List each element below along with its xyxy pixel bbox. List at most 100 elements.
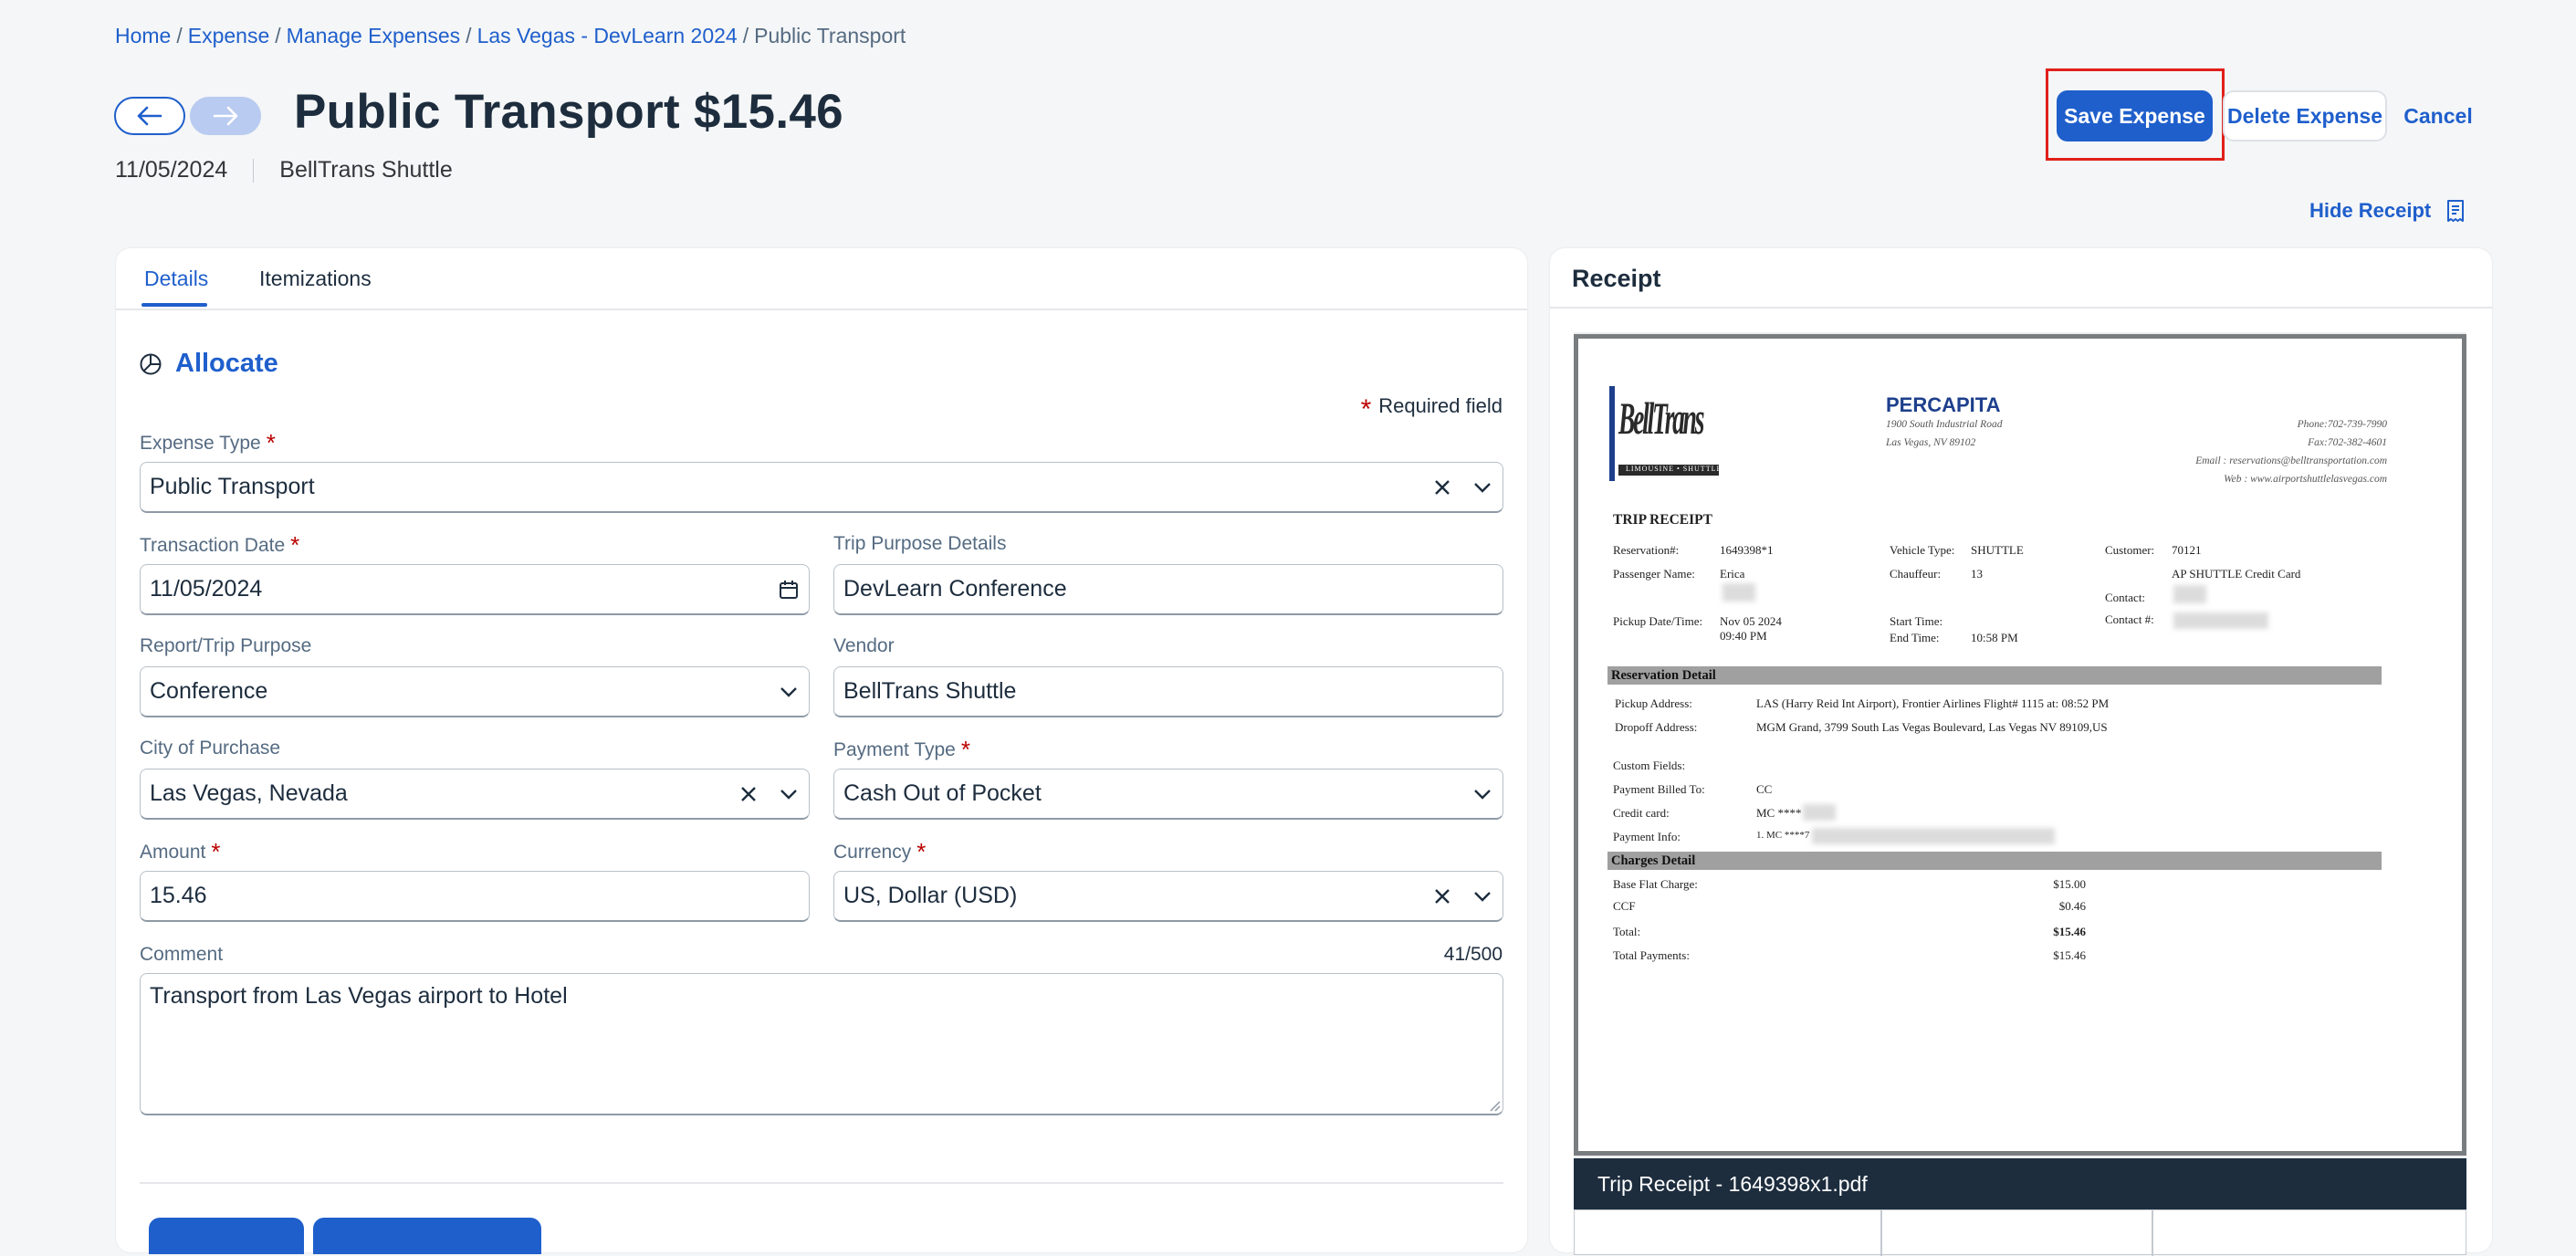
transaction-date-value: 11/05/2024 bbox=[150, 576, 263, 602]
dropoff-address-label: Dropoff Address: bbox=[1615, 720, 1698, 734]
vendor-input[interactable]: BellTrans Shuttle bbox=[833, 666, 1503, 717]
logo-bar bbox=[1609, 386, 1615, 481]
breadcrumb-manage-expenses[interactable]: Manage Expenses bbox=[287, 24, 461, 47]
receipt-toolbar bbox=[1574, 1209, 2466, 1256]
comment-char-counter: 41/500 bbox=[1443, 944, 1503, 965]
receipt-heading: Receipt bbox=[1572, 265, 1661, 292]
next-expense-button[interactable] bbox=[190, 97, 261, 135]
allocate-link[interactable]: Allocate bbox=[139, 349, 278, 379]
end-time-label: End Time: bbox=[1890, 631, 1940, 644]
redacted-text bbox=[1803, 804, 1836, 821]
comment-textarea[interactable]: Transport from Las Vegas airport to Hote… bbox=[140, 973, 1503, 1115]
expense-type-label-text: Expense Type bbox=[140, 433, 261, 454]
customer-billing-value: AP SHUTTLE Credit Card bbox=[2172, 567, 2301, 581]
breadcrumb-home[interactable]: Home bbox=[115, 24, 171, 47]
resize-handle-icon[interactable] bbox=[1488, 1099, 1501, 1112]
vendor-label: Vendor bbox=[833, 635, 895, 656]
total-value: $15.46 bbox=[2053, 925, 2086, 938]
page-title: Public Transport $15.46 bbox=[294, 85, 843, 139]
cancel-button[interactable]: Cancel bbox=[2401, 90, 2476, 141]
previous-expense-button[interactable] bbox=[114, 97, 185, 135]
expense-date: 11/05/2024 bbox=[115, 157, 228, 183]
tab-itemizations[interactable]: Itemizations bbox=[259, 267, 372, 291]
breadcrumb-expense[interactable]: Expense bbox=[188, 24, 270, 47]
trip-purpose-details-label: Trip Purpose Details bbox=[833, 533, 1007, 554]
breadcrumb-report[interactable]: Las Vegas - DevLearn 2024 bbox=[477, 24, 738, 47]
hide-receipt-button[interactable]: Hide Receipt bbox=[2309, 199, 2466, 223]
delete-expense-button[interactable]: Delete Expense bbox=[2223, 90, 2387, 141]
allocate-label: Allocate bbox=[175, 349, 278, 378]
customer-value: 70121 bbox=[2172, 543, 2202, 557]
city-of-purchase-select[interactable]: Las Vegas, Nevada bbox=[140, 769, 810, 820]
pickup-time-value: 09:40 PM bbox=[1720, 629, 1767, 643]
custom-fields-label: Custom Fields: bbox=[1613, 759, 1686, 772]
divider bbox=[140, 1182, 1503, 1184]
payment-info-value: 1. MC ****7 bbox=[1756, 830, 1810, 841]
breadcrumb-current: Public Transport bbox=[754, 24, 906, 47]
amount-input[interactable]: 15.46 bbox=[140, 871, 810, 922]
arrow-right-icon bbox=[213, 106, 238, 126]
amount-label-text: Amount bbox=[140, 842, 206, 863]
chevron-down-icon[interactable] bbox=[769, 667, 809, 716]
payment-billed-label: Payment Billed To: bbox=[1613, 782, 1705, 796]
city-of-purchase-value: Las Vegas, Nevada bbox=[150, 780, 348, 806]
divider bbox=[1880, 1210, 1882, 1256]
trip-purpose-details-input[interactable]: DevLearn Conference bbox=[833, 564, 1503, 615]
pickup-address-label: Pickup Address: bbox=[1615, 696, 1692, 710]
trip-receipt-title: TRIP RECEIPT bbox=[1613, 512, 1712, 528]
base-charge-value: $15.00 bbox=[2053, 877, 2086, 891]
required-note-text: Required field bbox=[1378, 394, 1503, 417]
clear-icon[interactable] bbox=[1422, 463, 1462, 511]
required-field-note: * Required field bbox=[1360, 394, 1503, 424]
total-payments-value: $15.46 bbox=[2053, 948, 2086, 962]
receipt-document[interactable]: BellTrans LIMOUSINE • SHUTTLE PERCAPITA … bbox=[1574, 334, 2466, 1156]
footer-button[interactable] bbox=[313, 1218, 541, 1254]
chevron-down-icon[interactable] bbox=[1462, 463, 1503, 511]
end-time-value: 10:58 PM bbox=[1971, 631, 2018, 644]
currency-value: US, Dollar (USD) bbox=[843, 883, 1018, 908]
receipt-icon bbox=[2447, 200, 2465, 222]
company-name: PERCAPITA bbox=[1886, 393, 2001, 416]
clear-icon[interactable] bbox=[1422, 872, 1462, 920]
receipt-panel: Receipt BellTrans LIMOUSINE • SHUTTLE PE… bbox=[1550, 248, 2492, 1256]
currency-select[interactable]: US, Dollar (USD) bbox=[833, 871, 1503, 922]
contact-label: Contact: bbox=[2105, 591, 2146, 604]
divider bbox=[1550, 307, 2492, 309]
company-email: Email : reservations@belltransportation.… bbox=[2195, 455, 2387, 466]
clear-icon[interactable] bbox=[728, 769, 769, 818]
trip-purpose-details-value: DevLearn Conference bbox=[843, 576, 1067, 602]
redacted-text bbox=[2173, 585, 2206, 603]
expense-type-label: Expense Type * bbox=[140, 429, 276, 456]
payment-type-select[interactable]: Cash Out of Pocket bbox=[833, 769, 1503, 820]
vendor-value: BellTrans Shuttle bbox=[843, 678, 1017, 704]
city-of-purchase-label: City of Purchase bbox=[140, 738, 281, 759]
tab-details[interactable]: Details bbox=[144, 267, 208, 291]
report-trip-purpose-select[interactable]: Conference bbox=[140, 666, 810, 717]
comment-value: Transport from Las Vegas airport to Hote… bbox=[150, 983, 568, 1009]
calendar-icon[interactable] bbox=[769, 565, 809, 613]
chevron-down-icon[interactable] bbox=[1462, 769, 1503, 818]
breadcrumb: Home / Expense / Manage Expenses / Las Vegas -… bbox=[115, 24, 906, 48]
transaction-date-input[interactable]: 11/05/2024 bbox=[140, 564, 810, 615]
total-payments-label: Total Payments: bbox=[1613, 948, 1690, 962]
chevron-down-icon[interactable] bbox=[1462, 872, 1503, 920]
base-charge-label: Base Flat Charge: bbox=[1613, 877, 1698, 891]
pie-chart-icon bbox=[140, 353, 162, 374]
ccf-label: CCF bbox=[1613, 899, 1636, 913]
start-time-label: Start Time: bbox=[1890, 614, 1943, 628]
credit-card-value: MC **** bbox=[1756, 806, 1802, 820]
arrow-left-icon bbox=[137, 106, 162, 126]
comment-label: Comment bbox=[140, 944, 224, 965]
chauffeur-label: Chauffeur: bbox=[1890, 567, 1942, 581]
divider bbox=[253, 158, 255, 183]
footer-button[interactable] bbox=[149, 1218, 304, 1254]
expense-type-select[interactable]: Public Transport bbox=[140, 462, 1503, 513]
total-label: Total: bbox=[1613, 925, 1641, 938]
belltrans-logo: BellTrans LIMOUSINE • SHUTTLE bbox=[1618, 388, 1721, 483]
currency-label: Currency * bbox=[833, 838, 927, 865]
payment-type-label: Payment Type * bbox=[833, 736, 970, 763]
report-trip-purpose-value: Conference bbox=[150, 678, 268, 704]
save-expense-button[interactable]: Save Expense bbox=[2057, 90, 2213, 141]
ccf-value: $0.46 bbox=[2058, 899, 2086, 913]
chevron-down-icon[interactable] bbox=[769, 769, 809, 818]
